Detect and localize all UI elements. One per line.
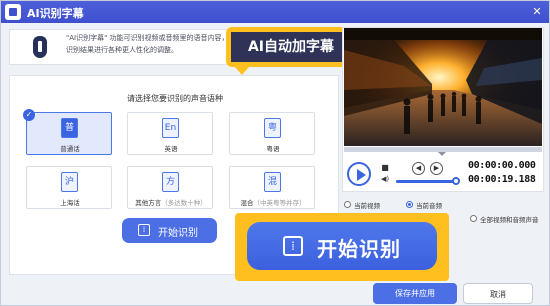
- start-recognition-label: 开始识别: [158, 228, 198, 239]
- shanghainese-icon: 沪: [61, 172, 78, 192]
- playback-progress-handle[interactable]: [438, 152, 446, 156]
- start-recognition-label: 开始识别: [317, 237, 401, 261]
- start-recognition-button-zoomed[interactable]: ⁞ 开始识别: [247, 222, 437, 270]
- language-label: 普通话: [60, 145, 80, 153]
- language-note: （中英粤等并存）: [253, 199, 306, 207]
- save-and-apply-button[interactable]: 保存并应用: [373, 283, 457, 304]
- volume-slider-handle[interactable]: [452, 177, 460, 185]
- language-option-mixed[interactable]: 混 混合（中英粤等并存）: [229, 166, 315, 209]
- language-label: 英语: [164, 145, 178, 153]
- language-note: （多达数十种）: [161, 199, 207, 207]
- stop-icon[interactable]: ■: [380, 163, 390, 173]
- radio-current-audio[interactable]: [406, 201, 413, 208]
- language-option-other-dialects[interactable]: 方 其他方言（多达数十种）: [127, 166, 213, 209]
- info-bulb-icon: [33, 36, 47, 58]
- window-title: AI识别字幕: [27, 7, 84, 20]
- mixed-icon: 混: [264, 172, 281, 192]
- video-preview: [344, 28, 542, 146]
- player-controls: ■ ◀ ▶ ◀) 00:00:00.000 00:00:19.188: [344, 158, 542, 191]
- language-label-text: 其他方言: [135, 199, 162, 207]
- volume-slider[interactable]: [396, 180, 454, 183]
- callout-label: AI自动加字幕: [231, 32, 351, 62]
- english-icon: En: [162, 118, 179, 138]
- next-frame-icon[interactable]: ▶: [430, 162, 443, 175]
- total-time: 00:00:19.188: [468, 174, 536, 185]
- language-prompt: 请选择您要识别的声音语种: [127, 94, 223, 103]
- cancel-button[interactable]: 取消: [463, 283, 533, 304]
- language-label-text: 混合: [240, 199, 254, 207]
- language-option-mandarin[interactable]: ✓ 普 普通话: [23, 109, 112, 155]
- play-button[interactable]: [347, 162, 371, 186]
- title-bar: AI识别字幕 ✕: [1, 1, 549, 23]
- dialect-icon: 方: [162, 172, 179, 192]
- language-label: 混合（中英粤等并存）: [230, 197, 316, 207]
- radio-label-all-video-audio[interactable]: 全部视频和音频声音: [480, 214, 539, 224]
- waveform-icon: ⁞: [138, 224, 150, 236]
- train-station-image: [344, 28, 542, 146]
- radio-label-current-audio[interactable]: 当前音频: [416, 200, 442, 210]
- previous-frame-icon[interactable]: ◀: [412, 162, 425, 175]
- language-label: 上海话: [60, 199, 80, 207]
- waveform-icon: ⁞: [283, 236, 303, 256]
- volume-icon[interactable]: ◀): [378, 175, 392, 185]
- radio-all-video-audio[interactable]: [470, 215, 477, 222]
- start-recognition-button[interactable]: ⁞ 开始识别: [122, 218, 217, 243]
- preview-panel: ■ ◀ ▶ ◀) 00:00:00.000 00:00:19.188: [342, 27, 544, 192]
- cantonese-icon: 粤: [264, 118, 281, 138]
- language-option-english[interactable]: En 英语: [127, 112, 213, 155]
- mandarin-icon: 普: [61, 118, 78, 138]
- audio-source-options: 当前视频 当前音频: [342, 199, 544, 211]
- check-icon: ✓: [23, 109, 35, 121]
- app-logo-icon: [5, 4, 21, 20]
- language-option-shanghainese[interactable]: 沪 上海话: [26, 166, 112, 209]
- feature-callout: AI自动加字幕: [226, 27, 356, 75]
- language-option-cantonese[interactable]: 粤 粤语: [229, 112, 315, 155]
- radio-current-video[interactable]: [344, 201, 351, 208]
- current-time: 00:00:00.000: [468, 160, 536, 171]
- radio-label-current-video[interactable]: 当前视频: [354, 200, 380, 210]
- language-label: 粤语: [266, 145, 280, 153]
- language-label: 其他方言（多达数十种）: [128, 197, 214, 207]
- ai-subtitle-window: AI识别字幕 ✕ "AI识别字幕" 功能可识别视频或音频里的语音内容，自动 识别…: [0, 0, 550, 306]
- close-icon[interactable]: ✕: [529, 4, 545, 20]
